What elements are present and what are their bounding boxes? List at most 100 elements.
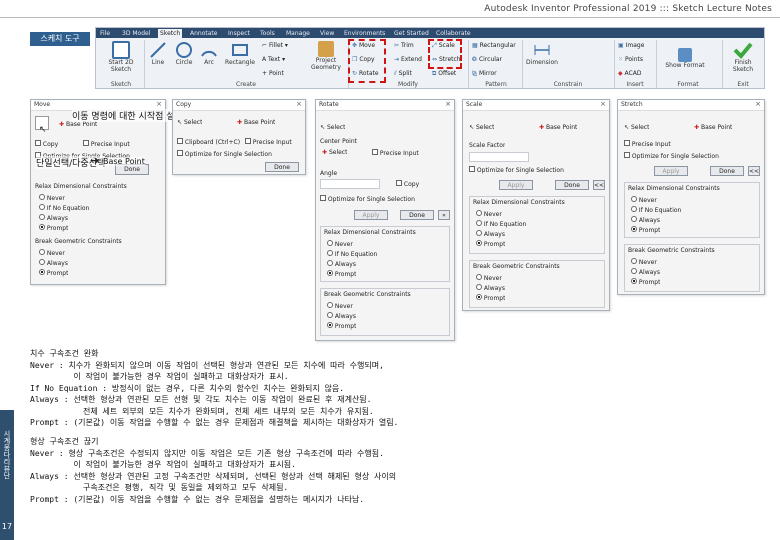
select-arrow-button[interactable]: ↖ (35, 116, 49, 135)
close-icon[interactable]: × (600, 100, 606, 108)
start-sketch-button[interactable]: Start 2D Sketch (100, 41, 142, 73)
apply-button[interactable]: Apply (654, 166, 688, 176)
arc-button[interactable]: Arc (198, 41, 220, 66)
fillet-button[interactable]: ⌐ Fillet ▾ (262, 42, 288, 49)
trim-button[interactable]: ✂ Trim (394, 42, 414, 49)
break-option[interactable]: Never (476, 274, 502, 282)
done-button[interactable]: Done (265, 162, 299, 172)
copy-checkbox[interactable]: Copy (396, 180, 419, 188)
done-button[interactable]: Done (400, 210, 434, 220)
dimension-button[interactable]: Dimension (524, 41, 560, 66)
tab-manage[interactable]: Manage (284, 29, 312, 38)
relax-option[interactable]: Prompt (476, 240, 505, 248)
copy-checkbox[interactable]: Copy (35, 140, 58, 148)
select-button[interactable]: ↖ Select (624, 124, 649, 131)
rectangular-pattern-button[interactable]: ▦ Rectangular (472, 42, 516, 49)
center-point-button[interactable]: ✚ Select (322, 149, 347, 156)
optimize-checkbox[interactable]: Optimize for Single Selection (624, 152, 719, 160)
precise-input-checkbox[interactable]: Precise Input (245, 138, 292, 146)
close-icon[interactable]: × (445, 100, 451, 108)
precise-input-checkbox[interactable]: Precise Input (624, 140, 671, 148)
break-option[interactable]: Never (39, 249, 65, 257)
close-icon[interactable]: × (755, 100, 761, 108)
relax-option[interactable]: Never (39, 194, 65, 202)
relax-option[interactable]: If No Equation (327, 250, 377, 258)
relax-option[interactable]: Always (476, 230, 505, 238)
tab-tools[interactable]: Tools (258, 29, 277, 38)
break-option[interactable]: Always (476, 284, 505, 292)
apply-button[interactable]: Apply (499, 180, 533, 190)
split-button[interactable]: ⫽ Split (394, 70, 412, 78)
more-options-button[interactable]: << (593, 180, 605, 190)
select-button[interactable]: ↖ Select (177, 119, 202, 126)
select-button[interactable]: ↖ Select (469, 124, 494, 131)
break-option[interactable]: Prompt (39, 269, 68, 277)
break-option[interactable]: Prompt (631, 278, 660, 286)
done-button[interactable]: Done (710, 166, 744, 176)
scale-factor-input[interactable] (469, 152, 529, 162)
project-geometry-button[interactable]: Project Geometry (306, 41, 346, 71)
tab-sketch[interactable]: Sketch (158, 29, 183, 38)
base-point-button[interactable]: ✚ Base Point (539, 124, 577, 131)
break-option[interactable]: Always (631, 268, 660, 276)
rotate-button[interactable]: ↻ Rotate (352, 70, 379, 77)
tab-get-started[interactable]: Get Started (392, 29, 431, 38)
base-point-button[interactable]: ✚ Base Point (59, 121, 97, 128)
angle-input[interactable] (320, 179, 380, 189)
base-point-button[interactable]: ✚ Base Point (237, 119, 275, 126)
copy-button[interactable]: ❐ Copy (352, 56, 375, 63)
scale-button[interactable]: ⤢ Scale (432, 42, 455, 50)
acad-button[interactable]: ◆ ACAD (618, 70, 641, 77)
relax-option[interactable]: Prompt (631, 226, 660, 234)
circle-button[interactable]: Circle (172, 41, 196, 66)
relax-option[interactable]: If No Equation (39, 204, 89, 212)
line-button[interactable]: Line (146, 41, 170, 66)
extend-button[interactable]: ⇥ Extend (394, 56, 422, 63)
break-option[interactable]: Always (39, 259, 68, 267)
break-option[interactable]: Never (631, 258, 657, 266)
relax-option[interactable]: Prompt (39, 224, 68, 232)
close-icon[interactable]: × (296, 100, 302, 108)
stretch-button[interactable]: ⇔ Stretch (432, 56, 461, 63)
close-icon[interactable]: × (156, 100, 162, 108)
select-button[interactable]: ↖ Select (320, 124, 345, 131)
relax-option[interactable]: Never (631, 196, 657, 204)
break-option[interactable]: Prompt (327, 322, 356, 330)
relax-option[interactable]: Never (327, 240, 353, 248)
tab-annotate[interactable]: Annotate (188, 29, 219, 38)
break-option[interactable]: Always (327, 312, 356, 320)
more-options-button[interactable]: « (438, 210, 450, 220)
rectangle-button[interactable]: Rectangle (222, 41, 258, 66)
relax-option[interactable]: Prompt (327, 270, 356, 278)
optimize-checkbox[interactable]: Optimize for Single Selection (469, 166, 564, 174)
tab-file[interactable]: File (98, 29, 112, 38)
tab-view[interactable]: View (318, 29, 336, 38)
relax-option[interactable]: If No Equation (631, 206, 681, 214)
move-button[interactable]: ✥ Move (352, 42, 375, 49)
precise-input-checkbox[interactable]: Precise Input (372, 149, 419, 157)
show-format-button[interactable]: Show Format (660, 48, 710, 69)
optimize-checkbox[interactable]: Optimize for Single Selection (320, 195, 415, 203)
base-point-button[interactable]: ✚ Base Point (694, 124, 732, 131)
mirror-button[interactable]: ⧎ Mirror (472, 70, 497, 77)
done-button[interactable]: Done (555, 180, 589, 190)
precise-input-checkbox[interactable]: Precise Input (83, 140, 130, 148)
break-option[interactable]: Never (327, 302, 353, 310)
offset-button[interactable]: ⧉ Offset (432, 70, 456, 78)
relax-option[interactable]: Always (39, 214, 68, 222)
relax-option[interactable]: Always (327, 260, 356, 268)
apply-button[interactable]: Apply (354, 210, 388, 220)
circular-pattern-button[interactable]: ❂ Circular (472, 56, 502, 63)
tab-3d-model[interactable]: 3D Model (120, 29, 152, 38)
tab-environments[interactable]: Environments (342, 29, 387, 38)
point-button[interactable]: + Point (262, 70, 284, 77)
tab-inspect[interactable]: Inspect (226, 29, 252, 38)
clipboard-checkbox[interactable]: Clipboard (Ctrl+C) (177, 138, 240, 146)
text-button[interactable]: A Text ▾ (262, 56, 285, 63)
finish-sketch-button[interactable]: Finish Sketch (726, 41, 760, 73)
optimize-checkbox[interactable]: Optimize for Single Selection (177, 150, 272, 158)
relax-option[interactable]: If No Equation (476, 220, 526, 228)
points-button[interactable]: ⁙ Points (618, 56, 643, 63)
more-options-button[interactable]: << (748, 166, 760, 176)
image-button[interactable]: ▣ Image (618, 42, 644, 49)
